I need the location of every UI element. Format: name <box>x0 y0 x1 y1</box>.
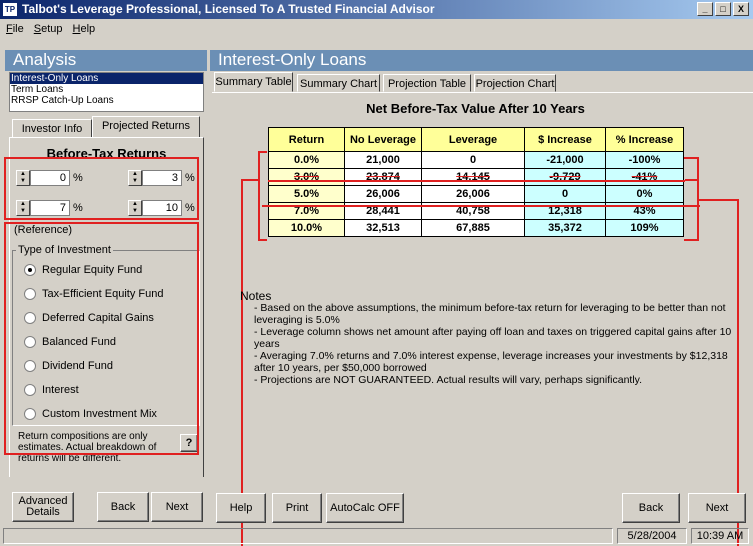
minimize-button[interactable]: _ <box>697 2 713 16</box>
loan-type-interest-only[interactable]: Interest-Only Loans <box>10 73 203 84</box>
menu-file[interactable]: File <box>6 23 24 35</box>
cell: 26,006 <box>344 185 422 203</box>
loan-type-term[interactable]: Term Loans <box>10 84 203 95</box>
menu-bar: File Setup Help <box>0 19 753 38</box>
menu-setup[interactable]: Setup <box>34 23 63 35</box>
annotation-box-investment <box>4 222 199 455</box>
table-header-row: Return No Leverage Leverage $ Increase %… <box>268 127 684 152</box>
app-icon: TP <box>3 3 17 16</box>
close-button[interactable]: X <box>733 2 749 16</box>
annotation-connector-left <box>241 179 259 181</box>
col-leverage: Leverage <box>421 127 525 152</box>
status-date: 5/28/2004 <box>617 528 687 544</box>
menu-help[interactable]: Help <box>73 23 96 35</box>
cell: 67,885 <box>421 219 525 237</box>
cell: -100% <box>605 151 684 169</box>
table-row: 3.0% 23,874 14,145 -9,729 -41% <box>268 168 684 186</box>
note-item: - Averaging 7.0% returns and 7.0% intere… <box>254 350 728 374</box>
notes-title: Notes <box>240 289 272 303</box>
cell: 32,513 <box>344 219 422 237</box>
note-item: - Leverage column shows net amount after… <box>254 326 732 350</box>
annotation-highlight-line <box>262 205 700 207</box>
status-message <box>3 528 613 544</box>
col-return: Return <box>268 127 345 152</box>
summary-table: Return No Leverage Leverage $ Increase %… <box>268 127 684 237</box>
page-title: Interest-Only Loans <box>210 50 753 71</box>
tab-divider <box>212 92 753 93</box>
cell: 109% <box>605 219 684 237</box>
annotation-bracket-right <box>684 157 699 241</box>
annotation-bracket-left <box>258 151 267 241</box>
left-next-button[interactable]: Next <box>151 492 203 522</box>
cell: 3.0% <box>268 168 345 186</box>
tab-summary-table[interactable]: Summary Table <box>214 72 293 92</box>
left-back-button[interactable]: Back <box>97 492 149 522</box>
annotation-strike-line <box>268 180 685 182</box>
help-button[interactable]: Help <box>216 493 266 523</box>
cell: 23,874 <box>344 168 422 186</box>
cell: 5.0% <box>268 185 345 203</box>
window-title-bar: TP Talbot's Leverage Professional, Licen… <box>0 0 753 19</box>
cell: 10.0% <box>268 219 345 237</box>
table-row: 10.0% 32,513 67,885 35,372 109% <box>268 219 684 237</box>
cell: 0.0% <box>268 151 345 169</box>
autocalc-toggle-button[interactable]: AutoCalc OFF <box>326 493 404 523</box>
right-next-button[interactable]: Next <box>688 493 746 523</box>
annotation-box-returns <box>4 157 199 220</box>
cell: 0% <box>605 185 684 203</box>
table-title: Net Before-Tax Value After 10 Years <box>366 101 585 116</box>
table-row: 0.0% 21,000 0 -21,000 -100% <box>268 151 684 169</box>
window-title: Talbot's Leverage Professional, Licensed… <box>22 2 435 16</box>
cell: 14,145 <box>421 168 525 186</box>
cell: 0 <box>524 185 606 203</box>
cell: 35,372 <box>524 219 606 237</box>
maximize-button[interactable]: □ <box>715 2 731 16</box>
status-time: 10:39 AM <box>691 528 749 544</box>
cell: -41% <box>605 168 684 186</box>
cell: 21,000 <box>344 151 422 169</box>
note-item: - Based on the above assumptions, the mi… <box>254 302 726 326</box>
col-no-leverage: No Leverage <box>344 127 422 152</box>
cell: 26,006 <box>421 185 525 203</box>
print-button[interactable]: Print <box>272 493 322 523</box>
analysis-header: Analysis <box>5 50 207 71</box>
tab-investor-info[interactable]: Investor Info <box>12 119 92 138</box>
col-dollar-increase: $ Increase <box>524 127 606 152</box>
tab-projection-chart[interactable]: Projection Chart <box>474 74 556 92</box>
cell: -21,000 <box>524 151 606 169</box>
table-row: 5.0% 26,006 26,006 0 0% <box>268 185 684 203</box>
tab-projection-table[interactable]: Projection Table <box>383 74 471 92</box>
advanced-details-button[interactable]: Advanced Details <box>12 492 74 522</box>
notes-section: Notes - Based on the above assumptions, … <box>240 290 740 386</box>
cell: 0 <box>421 151 525 169</box>
annotation-connector-far <box>699 199 739 201</box>
loan-type-list[interactable]: Interest-Only Loans Term Loans RRSP Catc… <box>9 72 204 112</box>
note-item: - Projections are NOT GUARANTEED. Actual… <box>254 374 643 386</box>
loan-type-rrsp[interactable]: RRSP Catch-Up Loans <box>10 95 203 106</box>
cell: -9,729 <box>524 168 606 186</box>
col-percent-increase: % Increase <box>605 127 684 152</box>
right-back-button[interactable]: Back <box>622 493 680 523</box>
tab-summary-chart[interactable]: Summary Chart <box>297 74 380 92</box>
tab-projected-returns[interactable]: Projected Returns <box>92 116 200 138</box>
